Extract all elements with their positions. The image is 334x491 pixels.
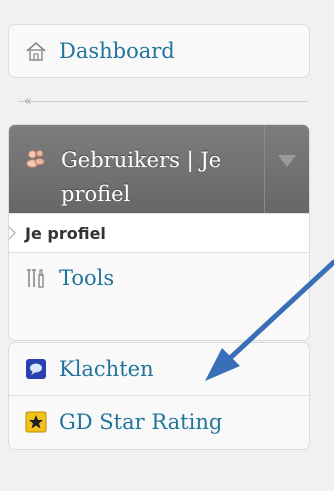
annotation-arrow xyxy=(205,259,334,381)
